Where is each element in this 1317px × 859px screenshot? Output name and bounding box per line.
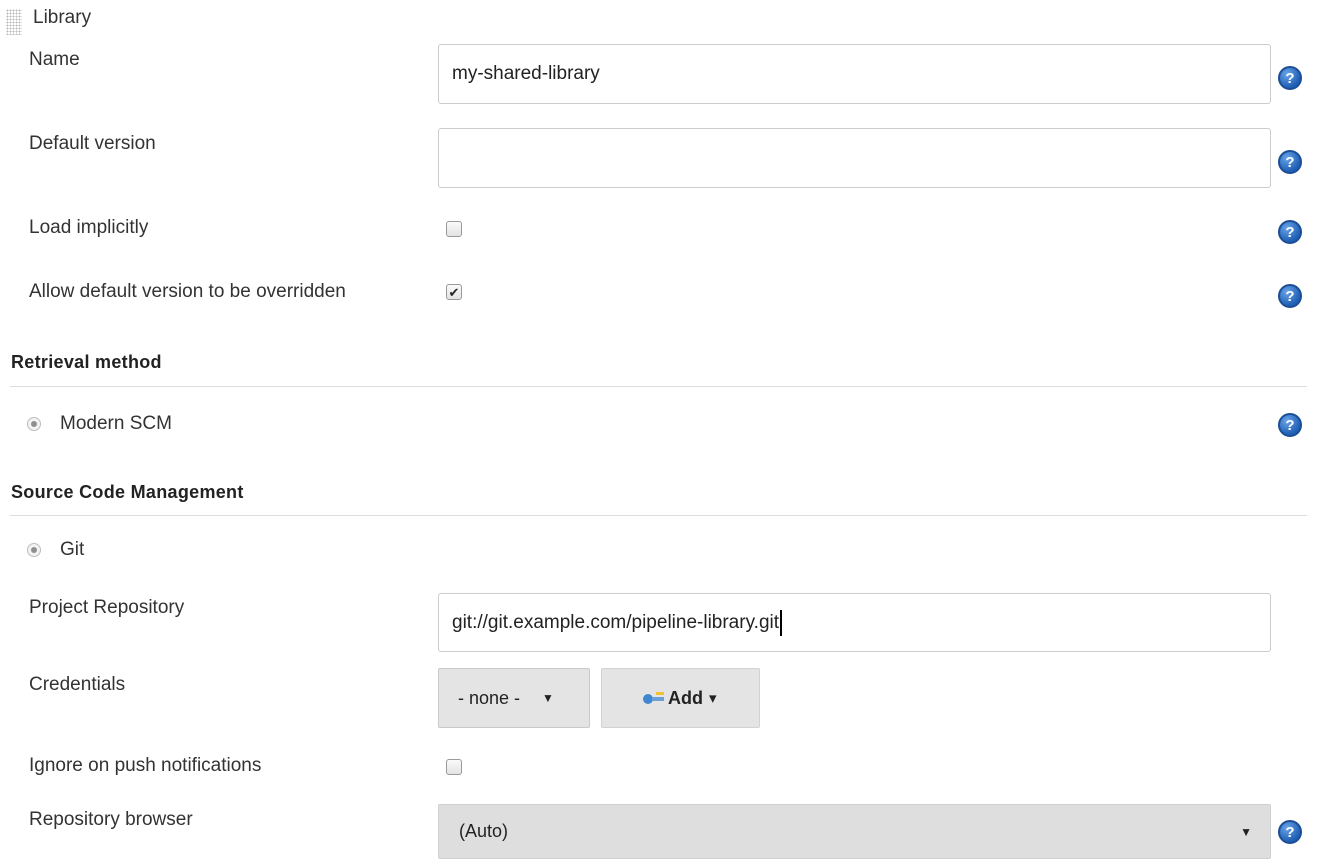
name-input-value: my-shared-library bbox=[452, 63, 600, 84]
ignore-push-label: Ignore on push notifications bbox=[29, 755, 262, 776]
default-version-input[interactable] bbox=[438, 128, 1271, 188]
text-cursor bbox=[780, 609, 782, 636]
repository-browser-select[interactable]: (Auto) ▼ bbox=[438, 804, 1271, 859]
add-credentials-button[interactable]: Add ▾ bbox=[601, 668, 760, 728]
help-icon[interactable]: ? bbox=[1278, 220, 1302, 244]
allow-override-label: Allow default version to be overridden bbox=[29, 281, 346, 302]
chevron-down-icon: ▾ bbox=[709, 690, 717, 707]
retrieval-method-heading: Retrieval method bbox=[11, 352, 162, 372]
ignore-push-checkbox[interactable] bbox=[446, 759, 462, 775]
scm-heading: Source Code Management bbox=[11, 482, 244, 502]
drag-handle-icon[interactable] bbox=[6, 9, 22, 35]
help-icon[interactable]: ? bbox=[1278, 413, 1302, 437]
load-implicitly-label: Load implicitly bbox=[29, 217, 149, 238]
divider bbox=[10, 515, 1307, 516]
project-repository-label: Project Repository bbox=[29, 597, 185, 618]
chevron-down-icon: ▼ bbox=[1240, 824, 1252, 839]
chevron-down-icon: ▼ bbox=[542, 691, 554, 705]
modern-scm-radio[interactable] bbox=[27, 417, 41, 431]
credentials-selected: - none - bbox=[458, 687, 521, 708]
help-icon[interactable]: ? bbox=[1278, 284, 1302, 308]
project-repository-value: git://git.example.com/pipeline-library.g… bbox=[452, 611, 780, 633]
library-title: Library bbox=[33, 7, 92, 28]
name-label: Name bbox=[29, 49, 80, 70]
credentials-label: Credentials bbox=[29, 674, 126, 695]
repository-browser-label: Repository browser bbox=[29, 809, 193, 830]
load-implicitly-checkbox[interactable] bbox=[446, 221, 462, 237]
help-icon[interactable]: ? bbox=[1278, 66, 1302, 90]
credentials-select[interactable]: - none - ▼ bbox=[438, 668, 590, 728]
help-icon[interactable]: ? bbox=[1278, 150, 1302, 174]
git-label: Git bbox=[60, 539, 85, 560]
modern-scm-label: Modern SCM bbox=[60, 413, 172, 434]
divider bbox=[10, 386, 1307, 387]
key-icon bbox=[643, 692, 664, 704]
git-radio[interactable] bbox=[27, 543, 41, 557]
project-repository-input[interactable]: git://git.example.com/pipeline-library.g… bbox=[438, 593, 1271, 652]
default-version-label: Default version bbox=[29, 133, 156, 154]
name-input[interactable]: my-shared-library bbox=[438, 44, 1271, 104]
add-label: Add bbox=[668, 687, 703, 708]
repository-browser-selected: (Auto) bbox=[459, 821, 509, 841]
help-icon[interactable]: ? bbox=[1278, 820, 1302, 844]
check-icon: ✔ bbox=[448, 284, 460, 300]
allow-override-checkbox[interactable]: ✔ bbox=[446, 284, 462, 300]
